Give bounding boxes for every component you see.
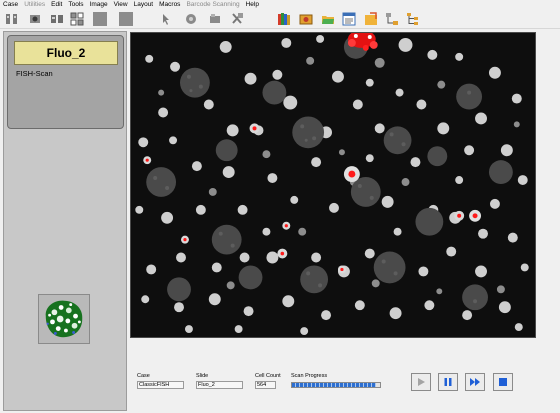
toolbar-button-report[interactable] <box>341 11 357 27</box>
menu-image[interactable]: Image <box>87 0 111 9</box>
toolbar-button-blank-2[interactable] <box>118 11 134 27</box>
case-card[interactable]: Fluo_2 FISH-Scan <box>7 35 124 129</box>
toolbar-button-network[interactable] <box>384 11 400 27</box>
cell-count-field: Cell Count 564 <box>255 373 281 389</box>
slide-overview-image <box>39 295 89 343</box>
scissors-icon <box>232 13 243 24</box>
play-button[interactable] <box>411 373 431 391</box>
scan-progress-fill <box>292 383 376 387</box>
menu-layout[interactable]: Layout <box>131 0 157 9</box>
network-icon <box>386 13 398 25</box>
menu-utilities[interactable]: Utilities <box>21 0 48 9</box>
slide-label: Slide <box>196 373 209 379</box>
cell-count-value: 564 <box>255 381 276 389</box>
toolbar-button-eraser[interactable] <box>207 11 223 27</box>
slide-value: Fluo_2 <box>196 381 243 389</box>
toolbar-button-pointer[interactable] <box>158 11 174 27</box>
toolbar-button-books[interactable] <box>276 11 292 27</box>
pause-button[interactable] <box>438 373 458 391</box>
compare-icon <box>70 12 84 26</box>
slide-field: Slide Fluo_2 <box>196 373 243 389</box>
toolbar-button-camera[interactable] <box>298 11 314 27</box>
brush-icon <box>186 14 196 24</box>
case-card-title: Fluo_2 <box>14 41 118 65</box>
toolbar-button-gallery[interactable] <box>49 11 65 27</box>
toolbar-button-tree[interactable] <box>405 11 421 27</box>
play-icon <box>418 378 425 386</box>
export-folder-icon <box>365 12 377 25</box>
toolbar-button-open-folder[interactable] <box>320 11 336 27</box>
toolbar-button-blank-1[interactable] <box>92 11 108 27</box>
gallery-icon <box>51 15 63 23</box>
pause-icon <box>444 378 452 386</box>
toolbar-button-export[interactable] <box>363 11 379 27</box>
case-value: ClassicFISH <box>137 381 184 389</box>
fast-forward-icon <box>470 378 480 386</box>
toolbar-button-slides[interactable] <box>4 11 20 27</box>
menu-barcode-scanning[interactable]: Barcode Scanning <box>183 0 242 9</box>
tree-hierarchy-icon <box>407 13 418 25</box>
menu-case[interactable]: Case <box>0 0 21 9</box>
open-folder-icon <box>322 16 334 24</box>
slide-stack-icon <box>6 14 17 24</box>
scan-progress-bar <box>291 382 381 388</box>
fish-image-viewer[interactable] <box>130 32 536 338</box>
menu-tools[interactable]: Tools <box>65 0 86 9</box>
camera-icon <box>299 14 313 25</box>
toolbar-button-brush[interactable] <box>183 11 199 27</box>
stop-icon <box>499 378 507 386</box>
toolbar-button-capture[interactable] <box>27 11 43 27</box>
pointer-hand-icon <box>163 14 169 25</box>
menu-edit[interactable]: Edit <box>48 0 65 9</box>
toolbar-button-compare[interactable] <box>69 11 85 27</box>
books-icon <box>278 13 290 25</box>
eraser-icon <box>210 14 220 23</box>
fluorescence-image <box>131 33 535 337</box>
scan-progress-label: Scan Progress <box>291 373 328 379</box>
microscope-icon <box>30 15 40 23</box>
grey-square-icon <box>119 12 133 26</box>
scan-progress-field: Scan Progress <box>291 373 386 388</box>
toolbar <box>0 9 560 29</box>
report-window-icon <box>342 12 356 26</box>
toolbar-button-cut[interactable] <box>229 11 245 27</box>
menu-view[interactable]: View <box>111 0 131 9</box>
menu-bar: Case Utilities Edit Tools Image View Lay… <box>0 0 560 9</box>
fast-forward-button[interactable] <box>465 373 485 391</box>
menu-macros[interactable]: Macros <box>156 0 183 9</box>
stop-button[interactable] <box>493 373 513 391</box>
case-label: Case <box>137 373 150 379</box>
menu-help[interactable]: Help <box>243 0 262 9</box>
cell-count-label: Cell Count <box>255 373 281 379</box>
case-field: Case ClassicFISH <box>137 373 184 389</box>
scan-overview-thumbnail[interactable] <box>38 294 90 344</box>
fish-scan-window: Case Utilities Edit Tools Image View Lay… <box>0 0 560 413</box>
grey-square-icon <box>93 12 107 26</box>
case-card-subtitle: FISH-Scan <box>16 69 53 78</box>
case-navigator-panel: Fluo_2 FISH-Scan <box>3 31 127 411</box>
